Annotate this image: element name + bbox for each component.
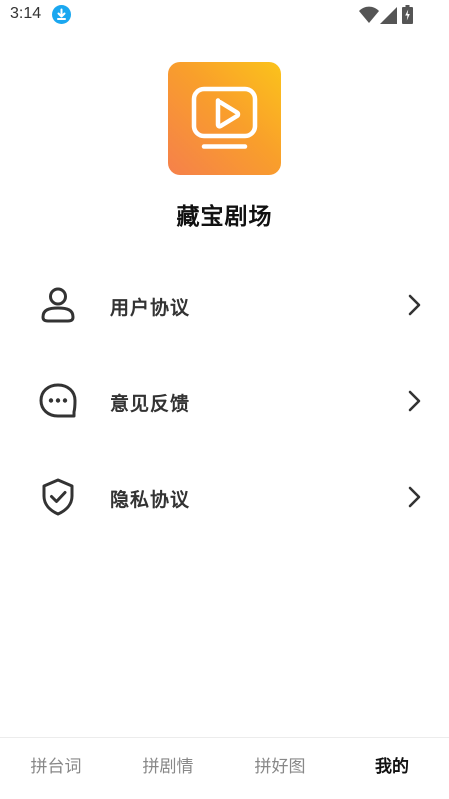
bottom-tab-bar: 拼台词 拼剧情 拼好图 我的 xyxy=(0,737,449,799)
chevron-right-icon xyxy=(408,390,421,412)
wifi-icon xyxy=(359,6,379,23)
download-icon xyxy=(52,5,71,24)
menu-label-user-agreement: 用户协议 xyxy=(110,297,191,319)
menu-item-feedback[interactable]: 意见反馈 xyxy=(0,361,449,441)
menu-item-privacy-policy[interactable]: 隐私协议 xyxy=(0,457,449,537)
signal-icon xyxy=(380,7,397,24)
shield-check-icon xyxy=(42,478,74,516)
app-name: 藏宝剧场 xyxy=(176,204,273,230)
chat-bubble-icon xyxy=(39,383,77,418)
tab-images[interactable]: 拼好图 xyxy=(224,738,336,796)
battery-icon xyxy=(402,5,413,24)
status-indicators xyxy=(359,5,419,25)
tab-mine[interactable]: 我的 xyxy=(336,738,448,796)
tv-play-icon xyxy=(191,86,258,149)
tab-lines[interactable]: 拼台词 xyxy=(0,738,112,796)
user-icon xyxy=(41,287,75,323)
chevron-right-icon xyxy=(408,486,421,508)
chevron-right-icon xyxy=(408,294,421,316)
menu-label-feedback: 意见反馈 xyxy=(110,393,191,415)
status-time: 3:14 xyxy=(10,5,42,22)
status-bar: 3:14 xyxy=(0,0,449,32)
menu-item-user-agreement[interactable]: 用户协议 xyxy=(0,265,449,345)
app-logo xyxy=(168,62,281,175)
menu-label-privacy-policy: 隐私协议 xyxy=(110,489,191,511)
tab-plot[interactable]: 拼剧情 xyxy=(112,738,224,796)
